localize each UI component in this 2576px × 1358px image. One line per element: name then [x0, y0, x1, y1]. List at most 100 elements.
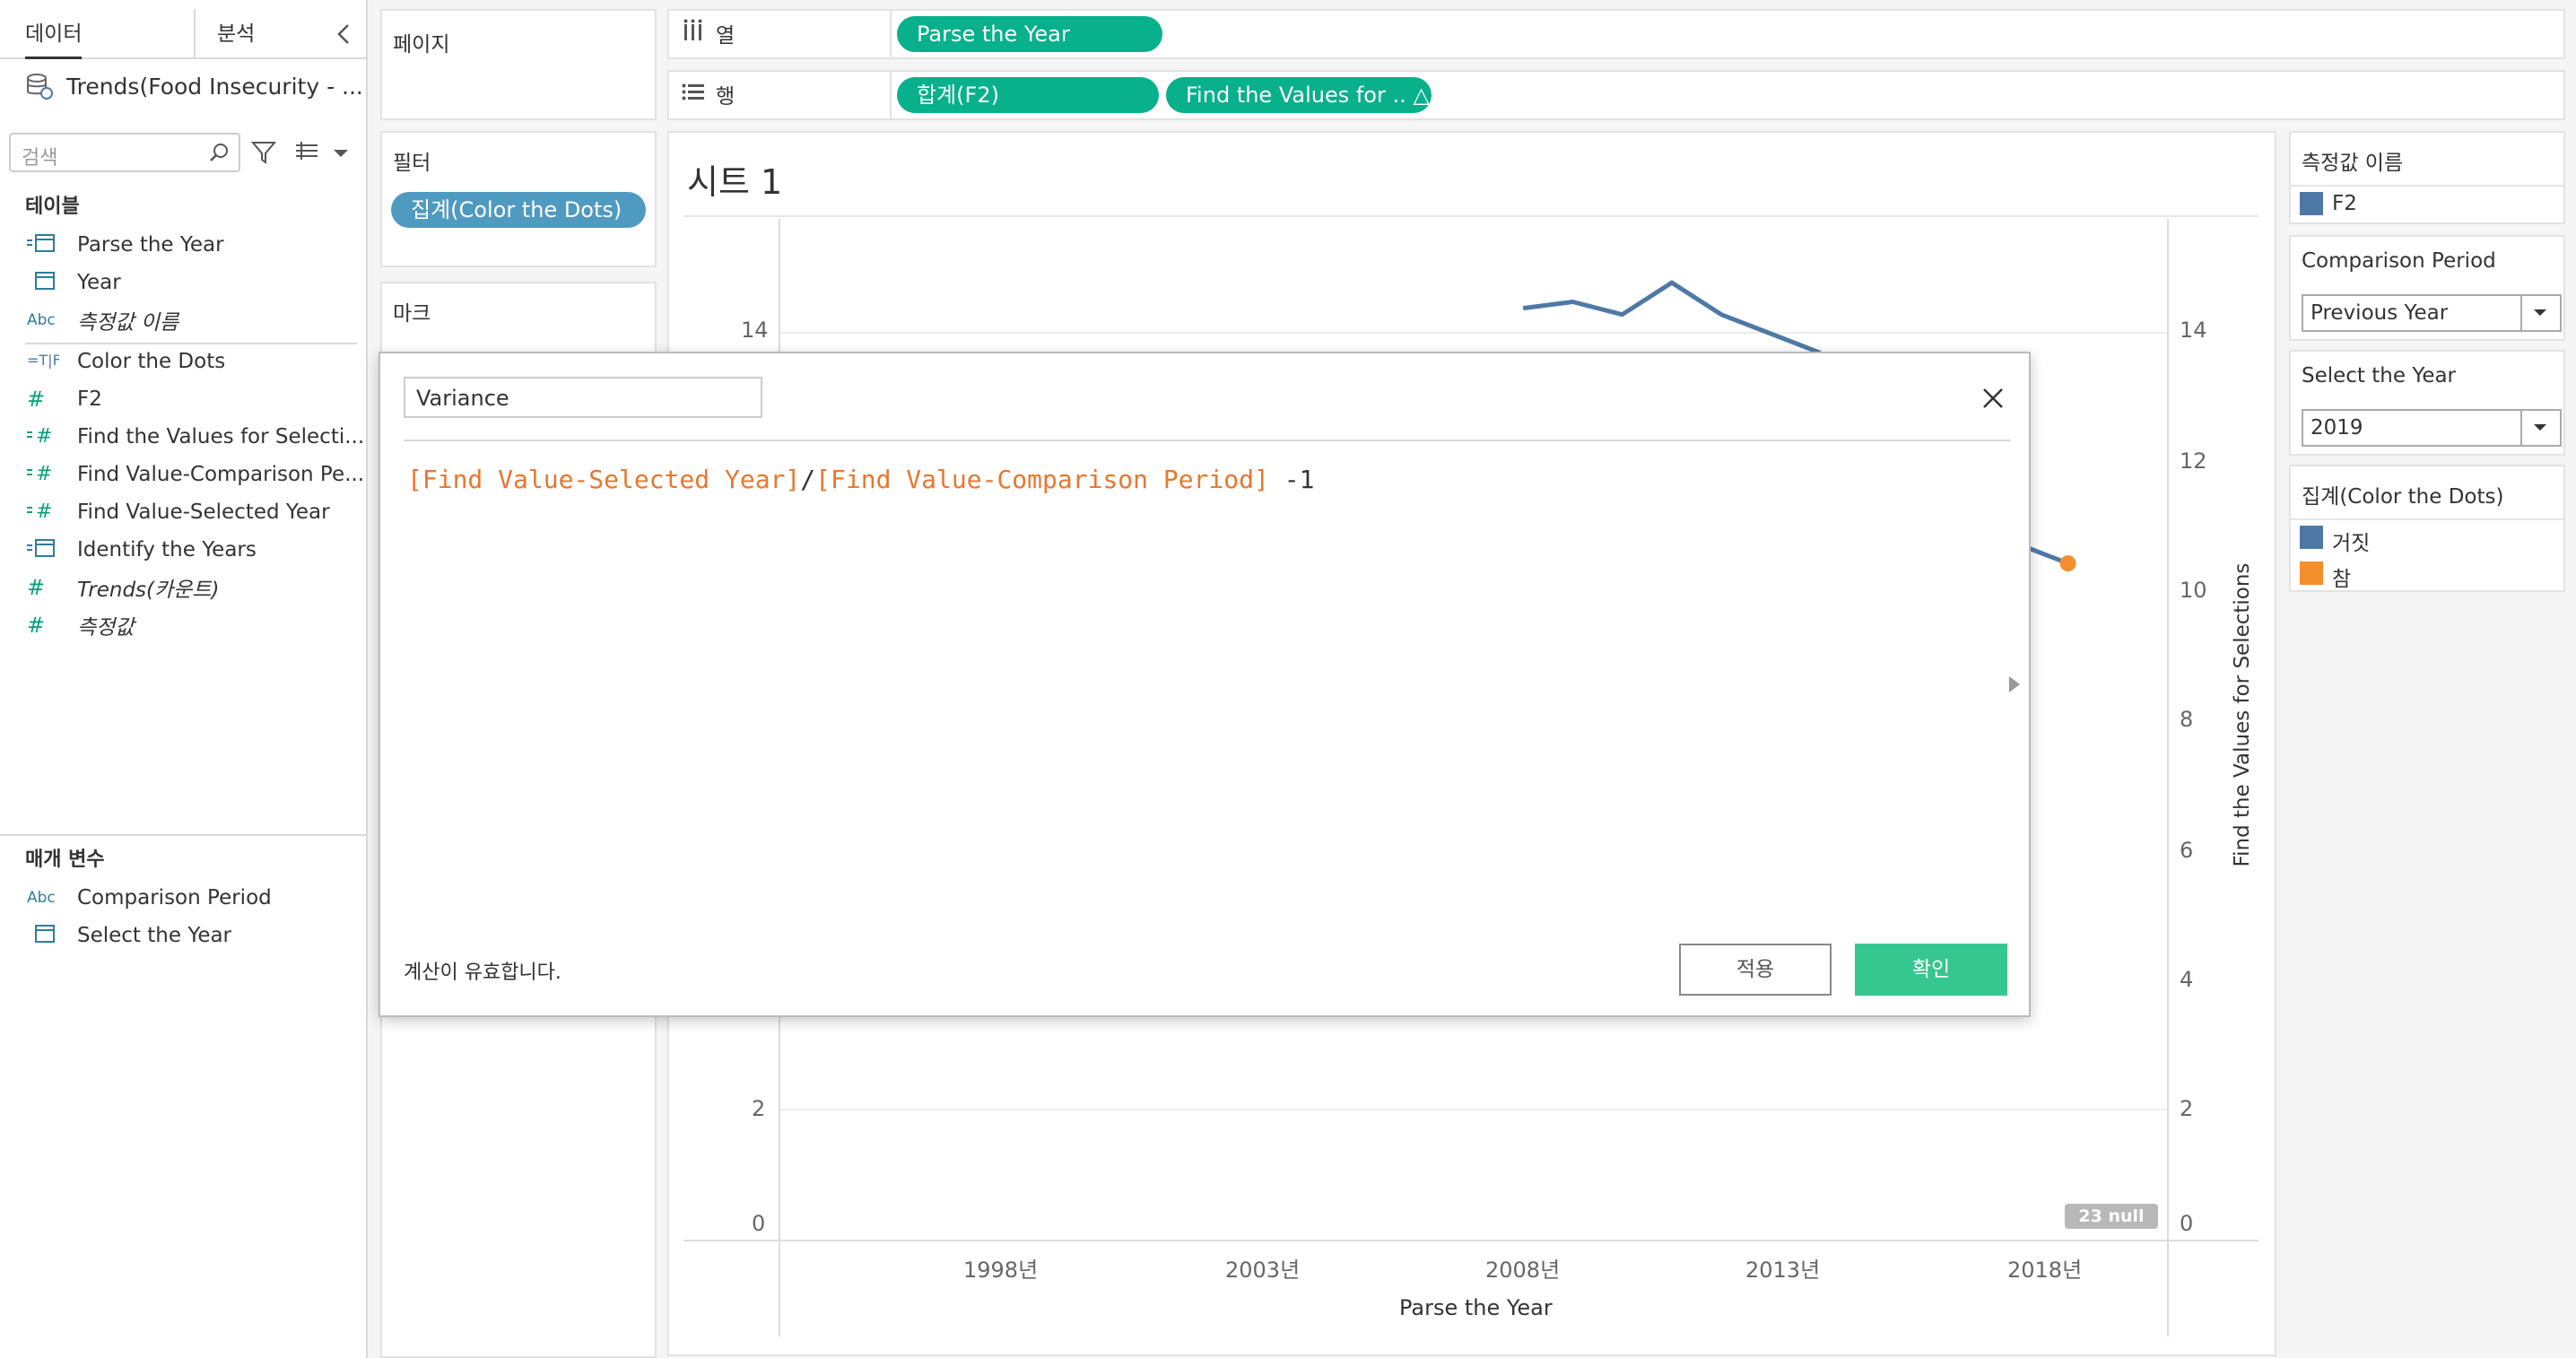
pages-card[interactable]: 페이지	[380, 9, 657, 120]
x-axis-line	[683, 1240, 2258, 1241]
right-axis-tick: 4	[2180, 967, 2194, 992]
search-input[interactable]: 검색	[9, 133, 240, 172]
field-find-values-selections[interactable]: # Find the Values for Selecti...	[27, 420, 364, 454]
tab-analytics[interactable]: 분석	[217, 9, 255, 59]
dropdown-caret-icon[interactable]	[330, 138, 359, 167]
rows-shelf[interactable]: 행 합계(F2) Find the Values for .. △	[667, 70, 2565, 120]
calculated-number-icon: #	[27, 462, 63, 488]
search-placeholder: 검색	[22, 147, 58, 170]
param-card-select-year[interactable]: Select the Year 2019	[2289, 350, 2565, 456]
columns-label: 열	[716, 24, 735, 48]
x-axis-tick: 2008년	[1485, 1258, 1561, 1283]
calculated-boolean-icon: =T|F	[27, 349, 63, 375]
calculated-number-icon: #	[27, 424, 63, 450]
datasource-name: Trends(Food Insecurity - ...	[66, 73, 363, 100]
rows-icon	[682, 80, 705, 109]
field-parse-the-year[interactable]: Parse the Year	[27, 228, 224, 262]
left-axis-tick: 2	[752, 1096, 766, 1121]
series-line-segment[interactable]	[1522, 280, 1822, 355]
chevron-left-icon[interactable]	[334, 22, 355, 47]
field-name: Identify the Years	[77, 538, 257, 561]
legend-measure-names[interactable]: 측정값 이름 F2	[2289, 131, 2565, 224]
marks-title: 마크	[393, 302, 431, 326]
datasource[interactable]: Trends(Food Insecurity - ...	[25, 68, 363, 104]
field-name: Find Value-Comparison Pe...	[77, 463, 365, 486]
svg-text:#: #	[36, 463, 52, 483]
legend-label-false[interactable]: 거짓	[2332, 526, 2370, 556]
right-axis-tick: 8	[2180, 707, 2194, 732]
shelf-divider	[890, 72, 892, 118]
field-name: Year	[77, 271, 121, 294]
ok-button[interactable]: 확인	[1855, 944, 2007, 996]
rows-pill-sum-f2[interactable]: 합계(F2)	[897, 77, 1159, 113]
chevron-down-icon[interactable]	[2520, 411, 2560, 445]
field-measure-values[interactable]: # 측정값	[27, 608, 134, 642]
field-name: Parse the Year	[77, 233, 224, 257]
legend-divider	[2291, 518, 2563, 520]
param-card-comparison-period[interactable]: Comparison Period Previous Year	[2289, 235, 2565, 341]
param-comparison-period[interactable]: Abc Comparison Period	[27, 881, 272, 915]
columns-shelf[interactable]: 열 Parse the Year	[667, 9, 2565, 59]
legend-swatch-false	[2300, 526, 2323, 549]
field-find-value-comparison[interactable]: # Find Value-Comparison Pe...	[27, 457, 364, 492]
x-axis-tick: 1998년	[963, 1258, 1039, 1283]
calculation-name-input[interactable]: Variance	[404, 377, 762, 418]
calculated-date-icon	[27, 537, 63, 563]
field-name: F2	[77, 387, 102, 411]
rows-pill-find-values[interactable]: Find the Values for .. △	[1166, 77, 1432, 113]
calculated-date-icon	[27, 232, 63, 258]
x-axis-tick: 2003년	[1225, 1258, 1301, 1283]
filter-icon[interactable]	[249, 138, 278, 167]
sheet-title: 시트 1	[687, 162, 783, 202]
field-identify-the-years[interactable]: Identify the Years	[27, 533, 257, 567]
rows-shelf-label: 행	[682, 79, 735, 109]
tab-data[interactable]: 데이터	[25, 9, 83, 59]
number-icon: #	[27, 613, 46, 638]
field-name: Trends(카운트)	[77, 579, 220, 602]
database-icon	[25, 72, 54, 100]
filters-card[interactable]: 필터 집계(Color the Dots)	[380, 131, 657, 267]
legend-color-the-dots[interactable]: 집계(Color the Dots) 거짓 참	[2289, 465, 2565, 592]
data-pane: 데이터 분석 Trends(Food Insecurity - ... 검색 테…	[0, 0, 368, 1358]
chevron-down-icon[interactable]	[2520, 296, 2560, 330]
field-name: 측정값	[77, 616, 135, 640]
field-color-the-dots[interactable]: =T|F Color the Dots	[27, 344, 225, 379]
columns-icon	[682, 19, 705, 48]
legend-label-f2[interactable]: F2	[2332, 192, 2357, 215]
data-point-selected[interactable]	[2059, 555, 2076, 572]
formula-editor[interactable]: [Find Value-Selected Year]/[Find Value-C…	[407, 465, 1314, 494]
pages-title: 페이지	[393, 33, 450, 57]
string-icon: Abc	[27, 311, 56, 329]
calculation-status: 계산이 유효합니다.	[404, 962, 561, 984]
comparison-period-select[interactable]: Previous Year	[2302, 294, 2562, 332]
search-icon	[208, 142, 230, 163]
filter-pill[interactable]: 집계(Color the Dots)	[391, 192, 646, 228]
legend-swatch-f2	[2300, 192, 2323, 215]
field-measure-names[interactable]: Abc 측정값 이름	[27, 303, 178, 337]
string-icon: Abc	[27, 889, 56, 907]
left-axis-tick: 14	[741, 318, 769, 343]
svg-text:#: #	[36, 501, 52, 521]
param-select-the-year[interactable]: Select the Year	[27, 918, 231, 953]
right-axis-line	[2167, 219, 2169, 1336]
field-name: Color the Dots	[77, 350, 226, 373]
legend-label-true[interactable]: 참	[2332, 561, 2351, 592]
dialog-separator	[404, 440, 2011, 441]
field-f2[interactable]: # F2	[27, 382, 102, 416]
columns-pill-parse-year[interactable]: Parse the Year	[897, 16, 1162, 52]
calculation-editor-dialog[interactable]: Variance [Find Value-Selected Year]/[Fin…	[379, 352, 2031, 1017]
view-list-icon[interactable]	[292, 138, 321, 167]
select-year-select[interactable]: 2019	[2302, 409, 2562, 447]
close-icon[interactable]	[1980, 386, 2006, 411]
right-axis-tick: 0	[2180, 1211, 2194, 1236]
field-trends-count[interactable]: # Trends(카운트)	[27, 570, 219, 605]
select-value: Previous Year	[2311, 301, 2449, 325]
apply-button[interactable]: 적용	[1679, 944, 1832, 996]
field-year[interactable]: Year	[27, 266, 121, 300]
param-card-title: Select the Year	[2302, 364, 2457, 387]
right-axis-tick: 10	[2180, 578, 2207, 603]
field-find-value-selected-year[interactable]: # Find Value-Selected Year	[27, 495, 330, 529]
field-name: 측정값 이름	[77, 311, 179, 335]
param-name: Select the Year	[77, 924, 232, 947]
expand-functions-icon[interactable]	[2009, 676, 2020, 692]
